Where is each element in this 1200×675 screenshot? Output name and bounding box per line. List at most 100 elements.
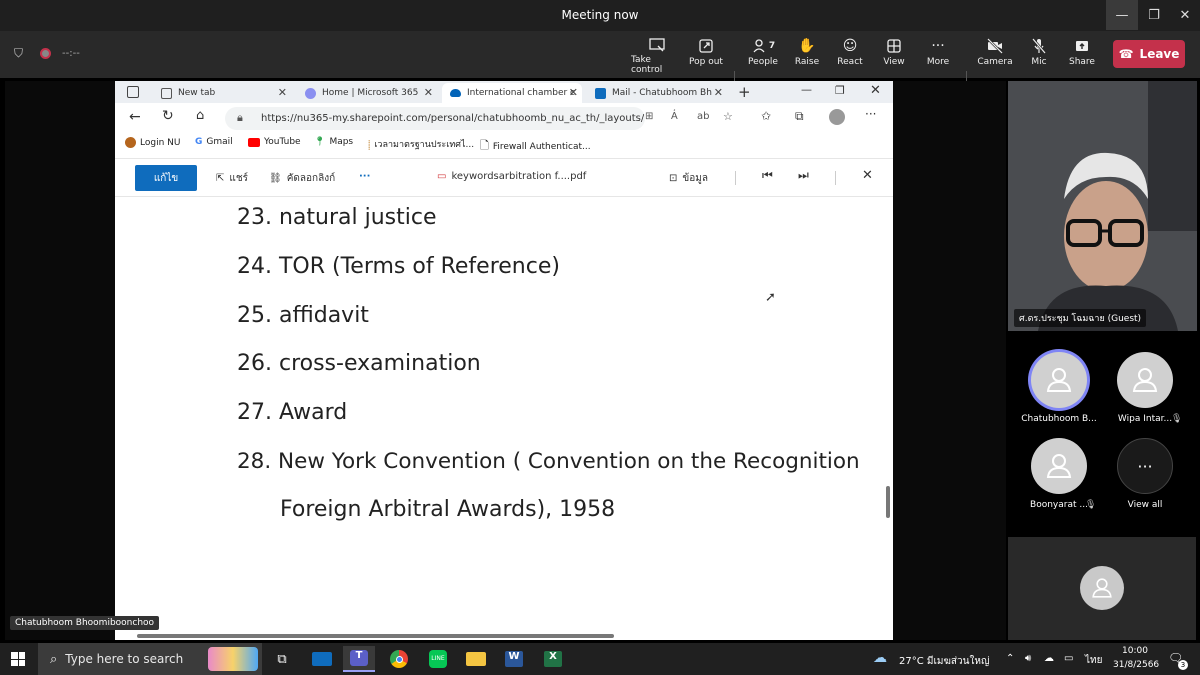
link-icon: ⛓ [269,173,282,184]
collections-icon[interactable]: ⧉ [795,109,804,124]
tab-new-tab[interactable]: New tab ✕ [153,83,291,103]
pdf-icon: ▭ [437,171,447,182]
person-icon [1046,368,1072,392]
onedrive-tray-icon[interactable]: ☁ [1044,653,1054,664]
line-app-icon[interactable]: LINE [422,646,454,672]
pdf-line: Foreign Arbitral Awards), 1958 [280,497,616,522]
windows-start-icon[interactable] [11,652,25,666]
bookmarks-bar: Login NU G Gmail YouTube 📍︎ Maps ⸽ เวลามาตร… [115,134,893,154]
shield-icon: ⛉ [14,46,24,60]
notification-count: 3 [1178,660,1188,670]
minimize-icon[interactable]: — [801,83,812,96]
google-icon: G [195,137,203,147]
copy-link-button[interactable]: ⛓ คัดลอกลิงก์ [269,171,335,186]
pdf-scrollbar[interactable] [886,486,890,518]
language-indicator[interactable]: ไทย [1085,653,1102,668]
pop-out-button[interactable]: Pop out [680,35,732,75]
lock-icon: 🔒︎ [237,111,243,124]
muted-mic-icon: 🎙︎ [1085,500,1097,510]
task-view-icon[interactable]: ⧉ [266,646,298,672]
clock-time[interactable]: 10:00 [1122,646,1148,656]
close-icon[interactable]: ✕ [870,83,881,98]
restore-icon[interactable]: ❐ [835,84,845,97]
read-aloud-icon[interactable]: A᷾ [671,111,678,122]
network-icon[interactable]: ▭ [1064,653,1073,664]
mail-app-icon[interactable] [306,646,338,672]
app-available-icon[interactable]: ⊞ [645,111,653,122]
close-tab-icon[interactable]: ✕ [714,86,723,99]
close-viewer-icon[interactable]: ✕ [862,168,873,183]
restore-icon[interactable]: ❐ [1138,0,1170,30]
next-file-icon[interactable]: ⏭︎ [798,168,809,183]
share-button[interactable]: ⇱ แชร์ [216,171,248,186]
profile-avatar[interactable] [829,109,845,125]
translate-icon[interactable]: ab [697,111,709,122]
close-tab-icon[interactable]: ✕ [278,86,287,99]
tab-microsoft365[interactable]: Home | Microsoft 365 ✕ [297,83,437,103]
horizontal-scrollbar[interactable] [137,634,614,638]
favorites-icon[interactable]: ✩ [761,109,771,123]
word-app-icon[interactable]: W [498,646,530,672]
grid-icon [885,35,903,57]
participant-video[interactable] [1008,81,1197,331]
m365-icon [305,87,316,99]
clock-date[interactable]: 31/8/2566 [1113,660,1159,670]
person-icon [1092,578,1112,598]
outlook-icon [595,87,606,99]
take-control-button[interactable]: Take control [631,35,683,75]
excel-app-icon[interactable]: X [537,646,569,672]
pdf-viewer[interactable]: 23. natural justice 24. TOR (Terms of Re… [115,197,893,640]
self-video-tile[interactable] [1008,537,1196,640]
bookmark-firewall[interactable]: 🗋︎ Firewall Authenticat... [480,137,591,156]
new-tab-button[interactable]: + [738,83,751,101]
participant-tile[interactable]: Wipa Intar... 🎙︎ [1105,352,1185,424]
page-icon: 🗋︎ [480,139,489,152]
bookmark-gmail[interactable]: G Gmail [195,137,233,147]
bookmark-thai-time[interactable]: ⸽ เวลามาตรฐานประเทศไ... [368,137,474,151]
participant-tile[interactable]: Chatubhoom B... [1019,352,1099,424]
close-icon[interactable]: ✕ [1169,0,1200,30]
bookmark-login-nu[interactable]: Login NU [125,137,180,148]
presenter-name-label: Chatubhoom Bhoomiboonchoo [10,616,160,630]
settings-menu-icon[interactable]: ··· [865,107,876,121]
view-all-button[interactable]: ··· View all [1105,438,1185,510]
url-input[interactable]: 🔒︎ https://nu365-my.sharepoint.com/perso… [225,107,645,130]
more-commands-button[interactable]: ··· [359,171,370,182]
window-title: Meeting now [561,8,639,22]
tab-actions-icon[interactable] [127,86,139,98]
people-count: 7 [768,41,776,51]
close-tab-icon[interactable]: ✕ [424,86,433,99]
close-tab-icon[interactable]: ✕ [569,86,578,99]
edit-button[interactable]: แก้ไข [135,165,197,191]
add-favorite-icon[interactable]: ☆ [723,110,733,123]
onedrive-icon [450,89,461,97]
previous-file-icon[interactable]: ⏮︎ [762,168,773,183]
taskbar-search-input[interactable]: ⌕ Type here to search [38,643,262,675]
title-bar: Meeting now — ❐ ✕ [0,0,1200,31]
chrome-app-icon[interactable] [383,646,415,672]
teams-app-icon[interactable]: T [343,646,375,672]
speaker-icon[interactable]: 🔊︎ [1025,653,1031,664]
participant-tile[interactable]: Boonyarat ... 🎙︎ [1019,438,1099,510]
bookmark-youtube[interactable]: YouTube [248,137,301,147]
refresh-icon[interactable]: ↻ [162,108,174,124]
file-explorer-icon[interactable] [460,646,492,672]
pdf-line: 25. affidavit [237,303,369,328]
info-button[interactable]: ⊡ ข้อมูล [669,171,708,186]
tab-onedrive[interactable]: International chamber c ✕ [442,83,582,103]
avatar [1031,438,1087,494]
more-button[interactable]: ··· More [912,35,964,75]
participant-video-frame [1008,81,1197,331]
nu-logo-icon [125,137,136,148]
smiley-icon: ☺ [842,38,858,54]
weather-text[interactable]: 27°C มีเมฆส่วนใหญ่ [899,654,989,669]
chevron-up-icon[interactable]: ⌃ [1006,653,1014,664]
tab-mail[interactable]: Mail - Chatubhoom Bh ✕ [587,83,727,103]
minimize-icon[interactable]: — [1106,0,1138,30]
share-button[interactable]: Share [1056,35,1108,75]
back-icon[interactable]: ← [129,109,141,125]
leave-button[interactable]: ☎ Leave [1113,40,1185,68]
youtube-icon [248,137,260,147]
home-icon[interactable]: ⌂ [196,108,204,123]
bookmark-maps[interactable]: 📍︎ Maps [314,137,353,147]
